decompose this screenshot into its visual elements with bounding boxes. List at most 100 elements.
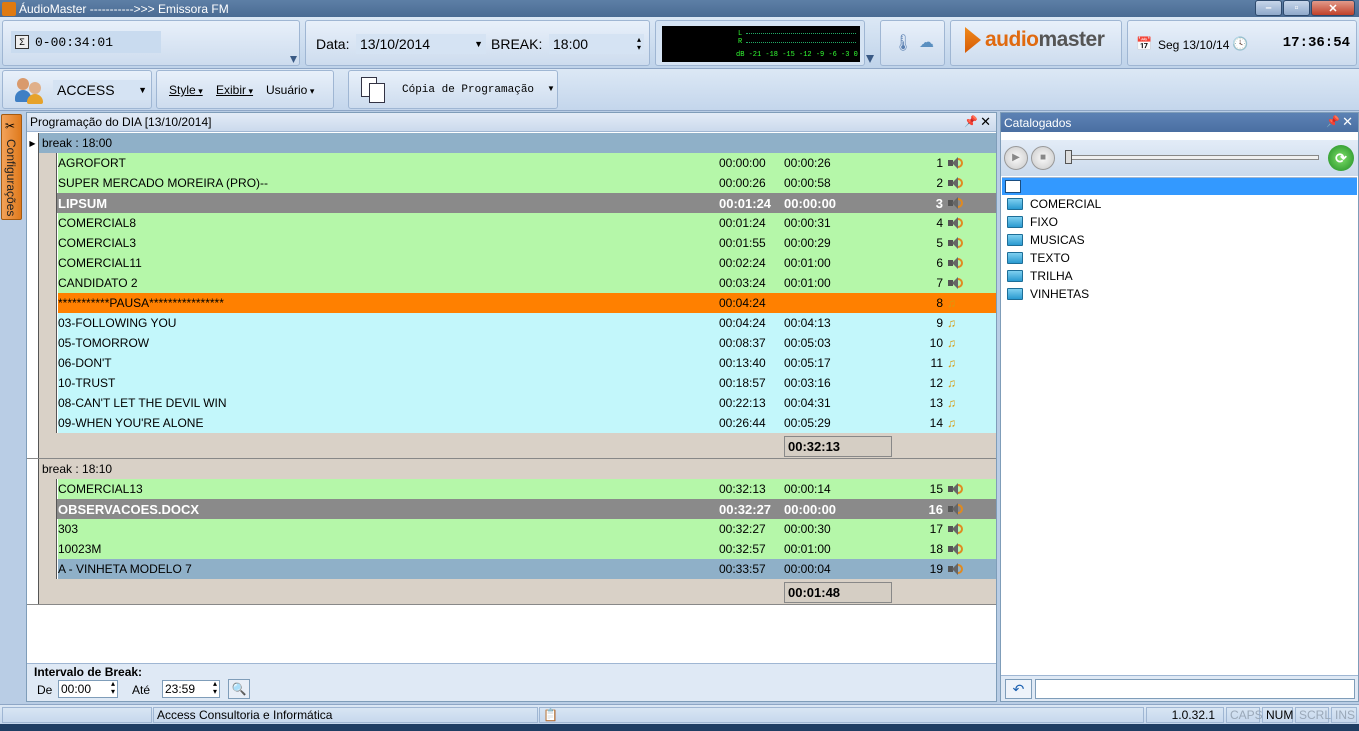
folder-icon bbox=[1007, 288, 1023, 300]
program-row[interactable]: ***********PAUSA**************** 00:04:24… bbox=[27, 293, 996, 313]
program-row[interactable]: AGROFORT 00:00:00 00:00:26 1 bbox=[27, 153, 996, 173]
row-indicator bbox=[27, 559, 39, 579]
progress-track[interactable] bbox=[1067, 155, 1319, 160]
thermometer-icon[interactable]: 🌡 bbox=[893, 33, 913, 53]
pin-icon[interactable]: 📌 bbox=[1326, 115, 1340, 128]
to-time-input[interactable]: 23:59 bbox=[162, 680, 220, 698]
speaker-icon[interactable] bbox=[947, 562, 963, 576]
logo-panel: audiomaster bbox=[950, 20, 1122, 66]
meter-grip-icon[interactable] bbox=[866, 55, 874, 63]
music-note-icon[interactable]: ♫ bbox=[947, 416, 963, 430]
speaker-icon[interactable] bbox=[947, 256, 963, 270]
speaker-icon[interactable] bbox=[947, 276, 963, 290]
program-row[interactable]: 08-CAN'T LET THE DEVIL WIN 00:22:13 00:04:… bbox=[27, 393, 996, 413]
program-row[interactable]: LIPSUM 00:01:24 00:00:00 3 bbox=[27, 193, 996, 213]
break-selector[interactable]: 18:00 ▴ ▾ bbox=[549, 34, 644, 54]
program-row[interactable]: SUPER MERCADO MOREIRA (PRO)-- 00:00:26 00:… bbox=[27, 173, 996, 193]
date-label: Data: bbox=[316, 36, 350, 52]
tree-root[interactable] bbox=[1002, 178, 1357, 195]
speaker-icon[interactable] bbox=[947, 542, 963, 556]
program-row[interactable]: 05-TOMORROW 00:08:37 00:05:03 10 ♫ bbox=[27, 333, 996, 353]
catalog-folder[interactable]: COMERCIAL bbox=[1002, 195, 1357, 213]
row-indicator: ▶ bbox=[27, 133, 39, 153]
stop-icon[interactable]: ■ bbox=[1031, 146, 1055, 170]
folder-label: TRILHA bbox=[1030, 269, 1073, 283]
program-row[interactable]: A - VINHETA MODELO 7 00:33:57 00:00:04 19 bbox=[27, 559, 996, 579]
catalog-folder[interactable]: TEXTO bbox=[1002, 249, 1357, 267]
program-row[interactable]: COMERCIAL8 00:01:24 00:00:31 4 bbox=[27, 213, 996, 233]
row-duration: 00:00:14 bbox=[784, 482, 831, 496]
row-name: 03-FOLLOWING YOU bbox=[58, 316, 177, 330]
row-start: 00:32:27 bbox=[719, 522, 766, 536]
row-number: 2 bbox=[936, 176, 943, 190]
row-start: 00:04:24 bbox=[719, 316, 766, 330]
undo-icon[interactable]: ↶ bbox=[1005, 679, 1032, 699]
dropdown-arrow-icon[interactable]: ▼ bbox=[547, 84, 555, 93]
row-gutter bbox=[39, 519, 57, 539]
speaker-icon[interactable] bbox=[947, 236, 963, 250]
search-button[interactable]: 🔍 bbox=[228, 679, 250, 699]
menu-style[interactable]: Style bbox=[169, 83, 203, 97]
program-row[interactable]: COMERCIAL13 00:32:13 00:00:14 15 bbox=[27, 479, 996, 499]
row-name: A - VINHETA MODELO 7 bbox=[58, 562, 192, 576]
panel-grip-icon[interactable] bbox=[290, 56, 297, 63]
music-note-icon[interactable]: ♫ bbox=[947, 396, 963, 410]
status-num: NUM bbox=[1262, 707, 1293, 723]
speaker-icon[interactable] bbox=[947, 482, 963, 496]
speaker-icon[interactable] bbox=[947, 522, 963, 536]
refresh-icon[interactable]: ⟳ bbox=[1328, 145, 1354, 171]
date-picker[interactable]: 13/10/2014 ▼ bbox=[356, 34, 486, 54]
row-number: 11 bbox=[930, 356, 943, 370]
catalog-folder[interactable]: MUSICAS bbox=[1002, 231, 1357, 249]
program-row[interactable]: COMERCIAL3 00:01:55 00:00:29 5 bbox=[27, 233, 996, 253]
settings-side-tab[interactable]: ✂ Configurações bbox=[1, 114, 22, 220]
copy-program-button[interactable]: Cópia de Programação bbox=[402, 84, 534, 96]
program-row[interactable]: CANDIDATO 2 00:03:24 00:01:00 7 bbox=[27, 273, 996, 293]
close-panel-icon[interactable]: ✕ bbox=[980, 114, 991, 130]
row-indicator bbox=[27, 413, 39, 433]
speaker-icon[interactable] bbox=[947, 216, 963, 230]
program-row[interactable]: 03-FOLLOWING YOU 00:04:24 00:04:13 9 ♫ bbox=[27, 313, 996, 333]
menu-usuario[interactable]: Usuário bbox=[266, 83, 314, 97]
music-note-icon[interactable]: ♫ bbox=[947, 356, 963, 370]
program-row[interactable]: 09-WHEN YOU'RE ALONE 00:26:44 00:05:29 14 ♫ bbox=[27, 413, 996, 433]
speaker-icon[interactable] bbox=[947, 502, 963, 516]
catalog-folder[interactable]: TRILHA bbox=[1002, 267, 1357, 285]
music-note-icon[interactable]: ♫ bbox=[947, 336, 963, 350]
speaker-icon[interactable] bbox=[947, 156, 963, 170]
preview-player: ▶ ■ ⟳ bbox=[1001, 140, 1358, 176]
catalog-folder[interactable]: VINHETAS bbox=[1002, 285, 1357, 303]
pin-icon[interactable]: 📌 bbox=[964, 115, 978, 128]
program-row[interactable]: 10-TRUST 00:18:57 00:03:16 12 ♫ bbox=[27, 373, 996, 393]
speaker-icon[interactable] bbox=[947, 176, 963, 190]
program-panel: Programação do DIA [13/10/2014] 📌 ✕ ▶ bre… bbox=[26, 112, 997, 702]
row-start: 00:33:57 bbox=[719, 562, 766, 576]
row-duration: 00:00:04 bbox=[784, 562, 831, 576]
row-gutter bbox=[39, 333, 57, 353]
play-icon[interactable]: ▶ bbox=[1004, 146, 1028, 170]
from-time-input[interactable]: 00:00 bbox=[58, 680, 118, 698]
progress-thumb[interactable] bbox=[1065, 150, 1072, 164]
program-row[interactable]: OBSERVACOES.DOCX 00:32:27 00:00:00 16 bbox=[27, 499, 996, 519]
logo-mark-icon bbox=[965, 27, 981, 53]
program-row[interactable]: COMERCIAL11 00:02:24 00:01:00 6 bbox=[27, 253, 996, 273]
cloud-icon[interactable]: ☁ bbox=[919, 33, 934, 51]
speaker-icon[interactable] bbox=[947, 196, 963, 210]
row-duration: 00:01:00 bbox=[784, 256, 831, 270]
maximize-button[interactable]: ▫ bbox=[1283, 0, 1310, 16]
break-header[interactable]: break : 18:10 bbox=[27, 459, 996, 479]
menu-exibir[interactable]: Exibir bbox=[216, 83, 253, 97]
music-note-icon[interactable]: ♫ bbox=[947, 376, 963, 390]
program-row[interactable]: 10023M 00:32:57 00:01:00 18 bbox=[27, 539, 996, 559]
music-note-icon[interactable]: ♫ bbox=[947, 296, 963, 310]
program-row[interactable]: 06-DON'T 00:13:40 00:05:17 11 ♫ bbox=[27, 353, 996, 373]
program-row[interactable]: 303 00:32:27 00:00:30 17 bbox=[27, 519, 996, 539]
close-panel-icon[interactable]: ✕ bbox=[1342, 114, 1353, 130]
music-note-icon[interactable]: ♫ bbox=[947, 316, 963, 330]
minimize-button[interactable]: – bbox=[1255, 0, 1282, 16]
user-selector[interactable]: ACCESS ▼ bbox=[53, 80, 150, 100]
catalog-filter-input[interactable] bbox=[1035, 679, 1355, 699]
close-button[interactable]: ✕ bbox=[1311, 0, 1355, 16]
catalog-folder[interactable]: FIXO bbox=[1002, 213, 1357, 231]
break-header[interactable]: ▶ break : 18:00 bbox=[27, 133, 996, 153]
